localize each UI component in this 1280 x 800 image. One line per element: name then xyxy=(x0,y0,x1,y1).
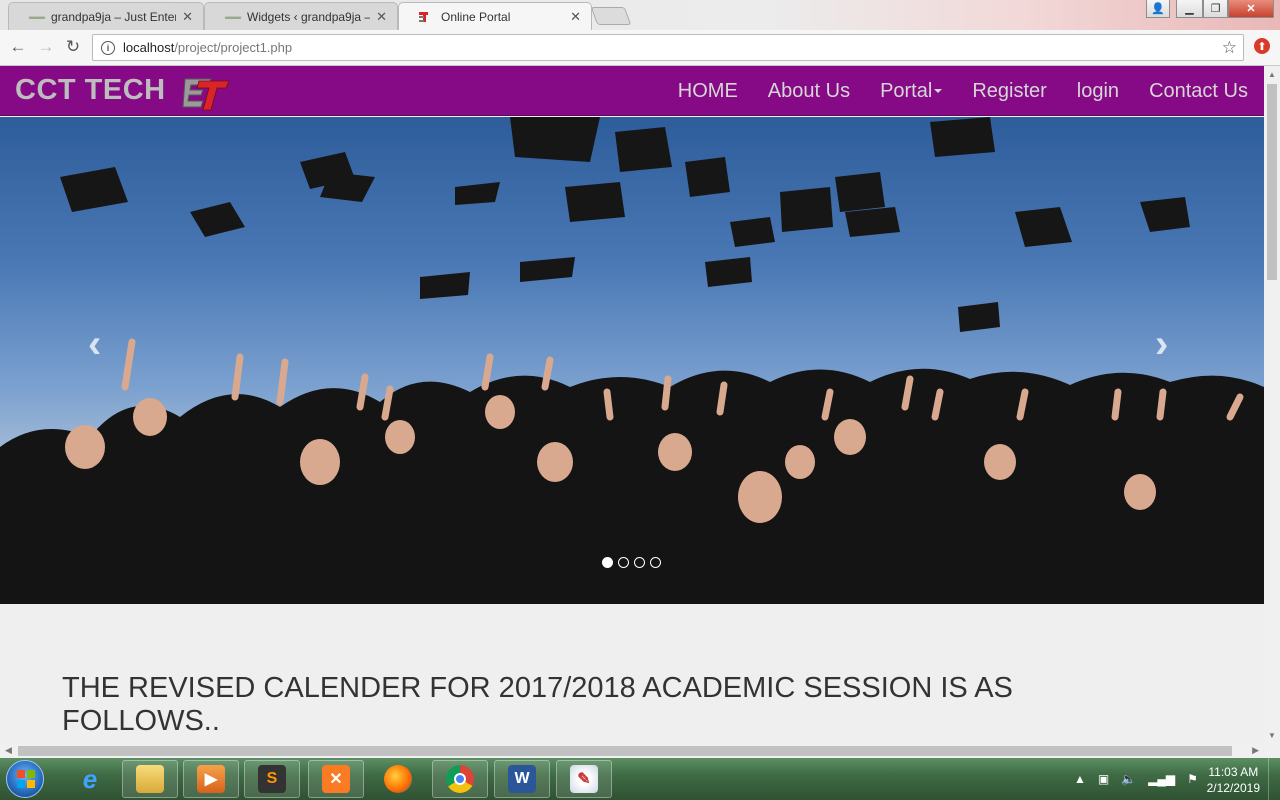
carousel-indicator-4[interactable] xyxy=(650,557,661,568)
horizontal-scrollbar[interactable]: ◀ ▶ xyxy=(0,744,1264,758)
show-desktop-button[interactable] xyxy=(1268,758,1280,800)
usb-icon[interactable]: ▣ xyxy=(1098,772,1109,786)
action-center-flag-icon[interactable]: ⚑ xyxy=(1187,772,1198,786)
bookmark-star-icon[interactable]: ☆ xyxy=(1222,38,1237,58)
taskbar-paint[interactable]: ✎ xyxy=(556,760,612,798)
word-icon: W xyxy=(508,765,536,793)
clock-time: 11:03 AM xyxy=(1208,765,1259,779)
nav-login[interactable]: login xyxy=(1077,80,1119,103)
nav-home[interactable]: HOME xyxy=(678,80,738,103)
taskbar: e ▶ S ✕ W ✎ ▲ ▣ 🔈 ▂▄▆ ⚑ 11:03 AM 2/12/20… xyxy=(0,758,1280,800)
tab-close-icon[interactable]: ✕ xyxy=(376,9,387,25)
taskbar-internet-explorer[interactable]: e xyxy=(62,760,118,798)
calendar-headline: THE REVISED CALENDER FOR 2017/2018 ACADE… xyxy=(62,672,1013,737)
browser-tab-2[interactable]: ▬▬ Widgets ‹ grandpa9ja — ✕ xyxy=(204,2,398,30)
tab-title: grandpa9ja – Just Enterta xyxy=(51,9,177,24)
new-tab-button[interactable] xyxy=(590,7,632,25)
taskbar-file-explorer[interactable] xyxy=(122,760,178,798)
start-button[interactable] xyxy=(6,760,44,798)
taskbar-xampp[interactable]: ✕ xyxy=(308,760,364,798)
cct-favicon-icon xyxy=(419,12,435,22)
url-path: /project/project1.php xyxy=(174,40,293,55)
browser-toolbar: ← → ↻ i localhost/project/project1.php ☆ xyxy=(0,30,1280,66)
site-nav-links: HOME About Us Portal Register login Cont… xyxy=(648,66,1248,116)
extension-icon[interactable]: ⬆ xyxy=(1254,38,1270,54)
nav-about-us[interactable]: About Us xyxy=(768,80,850,103)
browser-tab-active[interactable]: Online Portal ✕ xyxy=(398,2,592,31)
vertical-scrollbar[interactable]: ▲ ▼ xyxy=(1264,66,1280,744)
graduation-photo xyxy=(0,117,1264,604)
sublime-text-icon: S xyxy=(258,765,286,793)
info-icon[interactable]: i xyxy=(101,40,115,55)
tab-close-icon[interactable]: ✕ xyxy=(570,9,581,25)
tab-title: Online Portal xyxy=(441,10,511,24)
taskbar-firefox[interactable] xyxy=(370,760,426,798)
nav-portal-label: Portal xyxy=(880,79,933,102)
caret-down-icon xyxy=(934,89,943,94)
horizontal-scroll-thumb[interactable] xyxy=(18,746,1232,756)
nav-contact-us[interactable]: Contact Us xyxy=(1149,80,1248,103)
paint-icon: ✎ xyxy=(570,765,598,793)
scroll-up-icon[interactable]: ▲ xyxy=(1268,70,1276,79)
firefox-icon xyxy=(384,765,412,793)
scrollbar-corner xyxy=(1264,744,1280,758)
nav-register[interactable]: Register xyxy=(972,80,1046,103)
window-close-button[interactable]: ✕ xyxy=(1228,0,1274,18)
chrome-icon xyxy=(446,765,474,793)
scroll-down-icon[interactable]: ▼ xyxy=(1268,731,1276,740)
clock-date: 2/12/2019 xyxy=(1206,781,1260,795)
forward-arrow-icon[interactable]: → xyxy=(36,37,56,57)
carousel-next-icon[interactable]: › xyxy=(1155,322,1168,367)
media-player-icon: ▶ xyxy=(197,765,225,793)
reload-icon[interactable]: ↻ xyxy=(63,37,83,57)
brand-logo-icon xyxy=(182,78,230,111)
scroll-left-icon[interactable]: ◀ xyxy=(5,745,12,756)
site-favicon-icon: ▬▬ xyxy=(29,12,45,21)
windows-logo-icon xyxy=(17,770,35,788)
taskbar-sublime-text[interactable]: S xyxy=(244,760,300,798)
internet-explorer-icon: e xyxy=(82,763,98,794)
carousel-prev-icon[interactable]: ‹ xyxy=(88,322,101,367)
xampp-icon: ✕ xyxy=(322,765,350,793)
taskbar-chrome[interactable] xyxy=(432,760,488,798)
carousel-indicators xyxy=(602,557,666,568)
tray-expand-icon[interactable]: ▲ xyxy=(1074,772,1086,786)
taskbar-media-player[interactable]: ▶ xyxy=(183,760,239,798)
vertical-scroll-thumb[interactable] xyxy=(1267,84,1277,280)
back-arrow-icon[interactable]: ← xyxy=(8,37,28,57)
site-favicon-icon: ▬▬ xyxy=(225,12,241,21)
tab-title: Widgets ‹ grandpa9ja — xyxy=(247,9,371,24)
file-explorer-icon xyxy=(136,765,164,793)
scroll-right-icon[interactable]: ▶ xyxy=(1252,745,1259,756)
volume-icon[interactable]: 🔈 xyxy=(1121,772,1136,786)
page-viewport: CCT TECH HOME About Us Portal Register l… xyxy=(0,66,1264,744)
address-bar[interactable]: i localhost/project/project1.php ☆ xyxy=(92,34,1244,61)
browser-tab-1[interactable]: ▬▬ grandpa9ja – Just Enterta ✕ xyxy=(8,2,204,30)
network-icon[interactable]: ▂▄▆ xyxy=(1148,772,1175,786)
minimize-button[interactable]: ▁ xyxy=(1176,0,1203,18)
carousel-indicator-3[interactable] xyxy=(634,557,645,568)
nav-portal-dropdown[interactable]: Portal xyxy=(880,79,943,103)
maximize-button[interactable]: ❐ xyxy=(1203,0,1228,18)
taskbar-word[interactable]: W xyxy=(494,760,550,798)
site-navbar: CCT TECH HOME About Us Portal Register l… xyxy=(0,66,1264,116)
hero-carousel: ‹ › xyxy=(0,117,1264,604)
tab-close-icon[interactable]: ✕ xyxy=(182,9,193,25)
taskbar-clock[interactable]: 11:03 AM 2/12/2019 xyxy=(1207,764,1260,796)
carousel-indicator-2[interactable] xyxy=(618,557,629,568)
url-host: localhost xyxy=(123,40,175,55)
brand-name[interactable]: CCT TECH xyxy=(15,74,166,107)
browser-tab-bar: ▬▬ grandpa9ja – Just Enterta ✕ ▬▬ Widget… xyxy=(0,0,1280,31)
carousel-indicator-1[interactable] xyxy=(602,557,613,568)
profile-icon[interactable]: 👤 xyxy=(1146,0,1170,18)
